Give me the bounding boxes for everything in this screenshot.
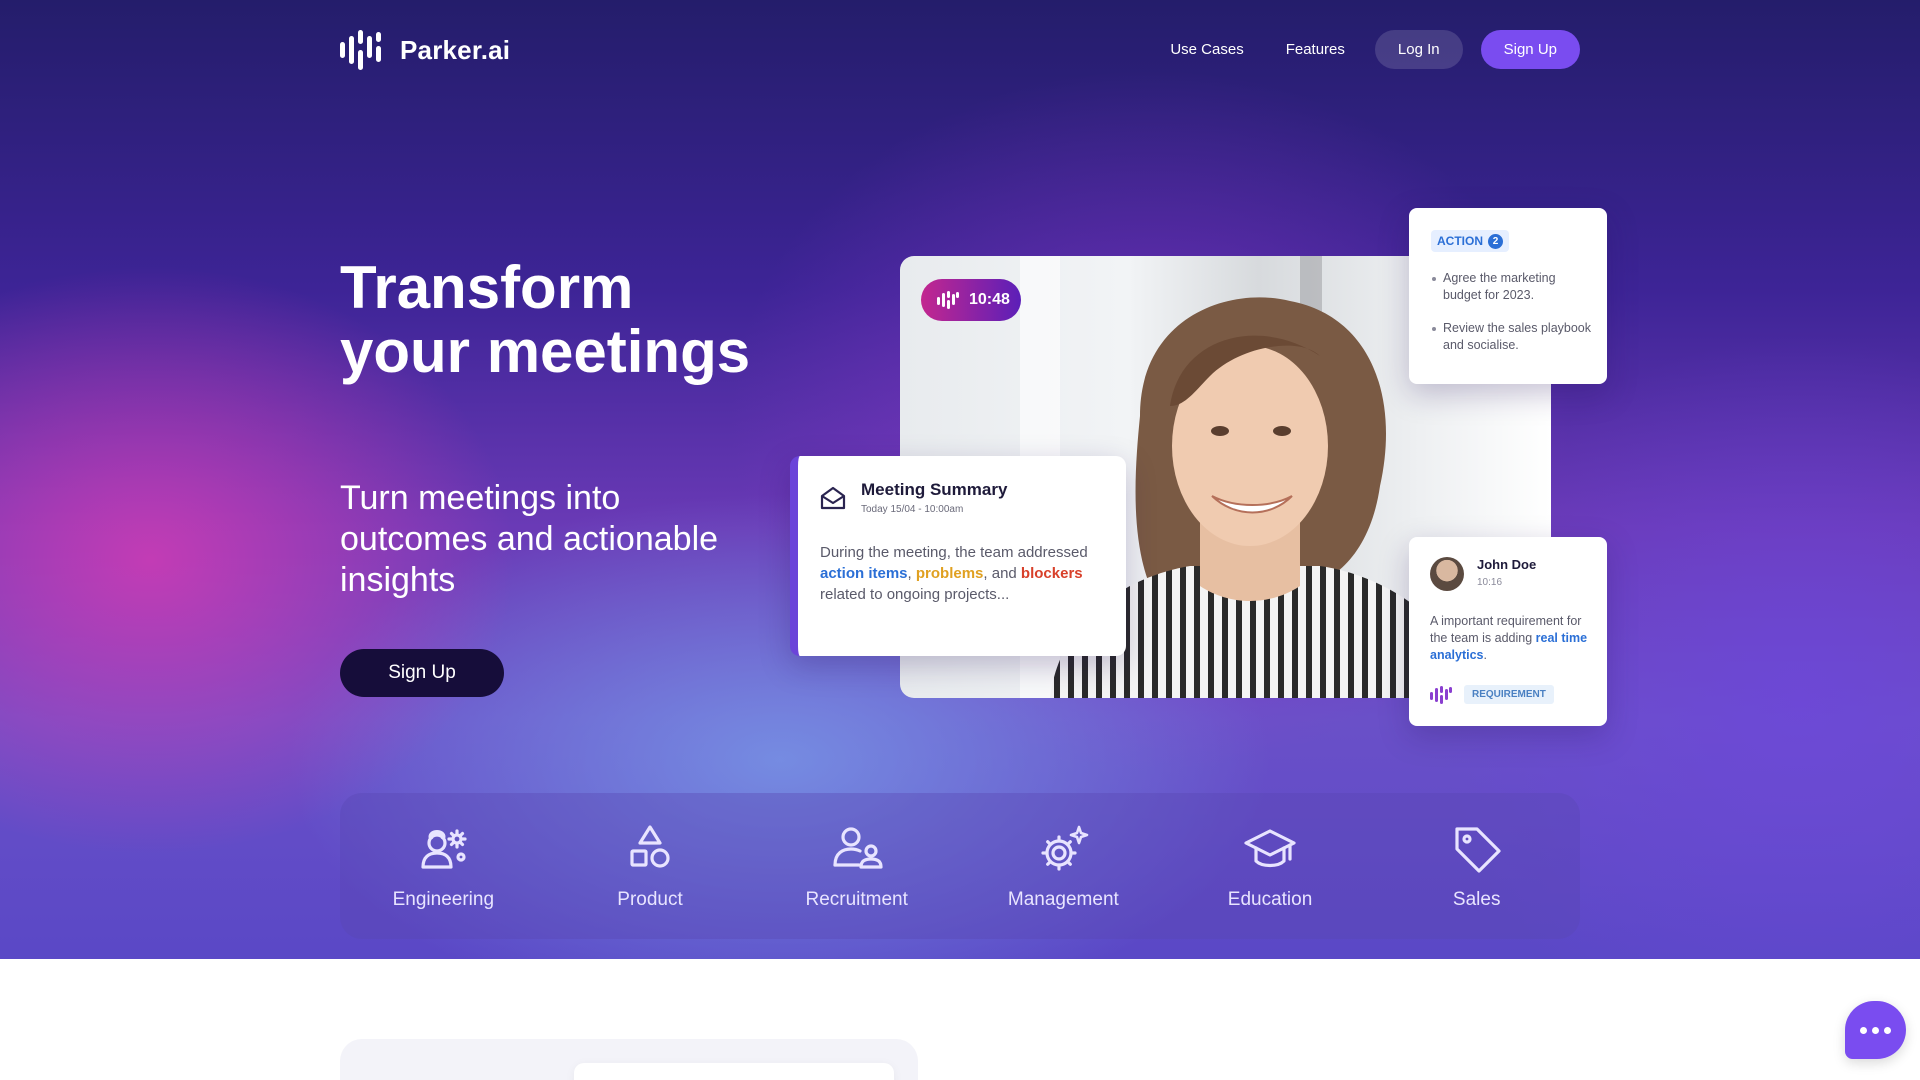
use-cases-bar: Engineering Product Recruitment Manageme… bbox=[340, 793, 1580, 939]
sales-icon bbox=[1455, 827, 1501, 873]
use-case-education[interactable]: Education bbox=[1167, 793, 1374, 939]
recruitment-icon bbox=[833, 827, 883, 869]
comment-body: A important requirement for the team is … bbox=[1430, 614, 1588, 662]
management-icon bbox=[1041, 825, 1089, 871]
nav-link-use-cases[interactable]: Use Cases bbox=[1158, 31, 1255, 68]
comment-footer: REQUIREMENT bbox=[1430, 685, 1554, 704]
brand-name: Parker.ai bbox=[400, 34, 511, 65]
action-card: ACTION 2 Agree the marketing budget for … bbox=[1409, 208, 1607, 384]
action-item: Review the sales playbook and socialise. bbox=[1431, 320, 1597, 354]
waveform-icon bbox=[937, 291, 959, 309]
summary-title: Meeting Summary bbox=[861, 480, 1008, 499]
use-case-recruitment[interactable]: Recruitment bbox=[753, 793, 960, 939]
use-case-engineering[interactable]: Engineering bbox=[340, 793, 547, 939]
nav-links: Use Cases Features Log In Sign Up bbox=[1158, 30, 1580, 69]
feature-card-inner bbox=[574, 1063, 894, 1080]
summary-date: Today 15/04 - 10:00am bbox=[861, 504, 964, 515]
action-badge: ACTION 2 bbox=[1431, 230, 1509, 252]
meeting-summary-card: Meeting Summary Today 15/04 - 10:00am Du… bbox=[790, 456, 1126, 656]
action-list: Agree the marketing budget for 2023. Rev… bbox=[1431, 270, 1597, 370]
action-count: 2 bbox=[1488, 233, 1503, 249]
use-case-label: Sales bbox=[1452, 889, 1501, 910]
use-case-label: Product bbox=[617, 889, 683, 910]
hero-title: Transform your meetings bbox=[340, 254, 751, 385]
chat-widget-button[interactable] bbox=[1845, 1001, 1906, 1059]
engineering-icon bbox=[421, 829, 467, 869]
use-case-label: Engineering bbox=[392, 889, 495, 910]
action-item: Agree the marketing budget for 2023. bbox=[1431, 270, 1597, 304]
avatar bbox=[1430, 557, 1464, 591]
signup-nav-button[interactable]: Sign Up bbox=[1480, 30, 1580, 69]
keyword-problems: problems bbox=[915, 565, 984, 582]
top-nav: Parker.ai Use Cases Features Log In Sign… bbox=[340, 28, 1580, 72]
chat-dot bbox=[1860, 1026, 1867, 1034]
keyword-action-items: action items bbox=[820, 565, 908, 582]
recording-timer: 10:48 bbox=[921, 279, 1021, 321]
hero-subtitle: Turn meetings into outcomes and actionab… bbox=[340, 479, 719, 599]
logo[interactable]: Parker.ai bbox=[340, 30, 510, 70]
commenter-name: John Doe bbox=[1477, 557, 1537, 572]
chat-dot bbox=[1872, 1026, 1879, 1034]
logo-mark-icon bbox=[340, 30, 381, 70]
use-case-label: Recruitment bbox=[805, 889, 908, 910]
use-case-label: Education bbox=[1227, 889, 1313, 910]
timer-value: 10:48 bbox=[969, 291, 1010, 308]
use-case-management[interactable]: Management bbox=[960, 793, 1167, 939]
nav-link-features[interactable]: Features bbox=[1274, 31, 1357, 68]
education-icon bbox=[1244, 829, 1296, 868]
login-button[interactable]: Log In bbox=[1374, 30, 1463, 69]
product-icon bbox=[630, 825, 670, 868]
keyword-blockers: blockers bbox=[1020, 565, 1083, 582]
envelope-open-icon bbox=[820, 486, 846, 510]
use-case-product[interactable]: Product bbox=[547, 793, 754, 939]
chat-dot bbox=[1884, 1026, 1891, 1034]
summary-body: During the meeting, the team addressed a… bbox=[820, 544, 1088, 603]
comment-card: John Doe 10:16 A important requirement f… bbox=[1409, 537, 1607, 726]
hero-signup-button[interactable]: Sign Up bbox=[340, 649, 504, 697]
use-case-label: Management bbox=[1007, 889, 1119, 910]
hero-section: Parker.ai Use Cases Features Log In Sign… bbox=[0, 0, 1920, 959]
requirement-tag: REQUIREMENT bbox=[1464, 685, 1554, 704]
waveform-icon bbox=[1430, 685, 1452, 704]
comment-time: 10:16 bbox=[1477, 577, 1503, 588]
use-case-sales[interactable]: Sales bbox=[1373, 793, 1580, 939]
